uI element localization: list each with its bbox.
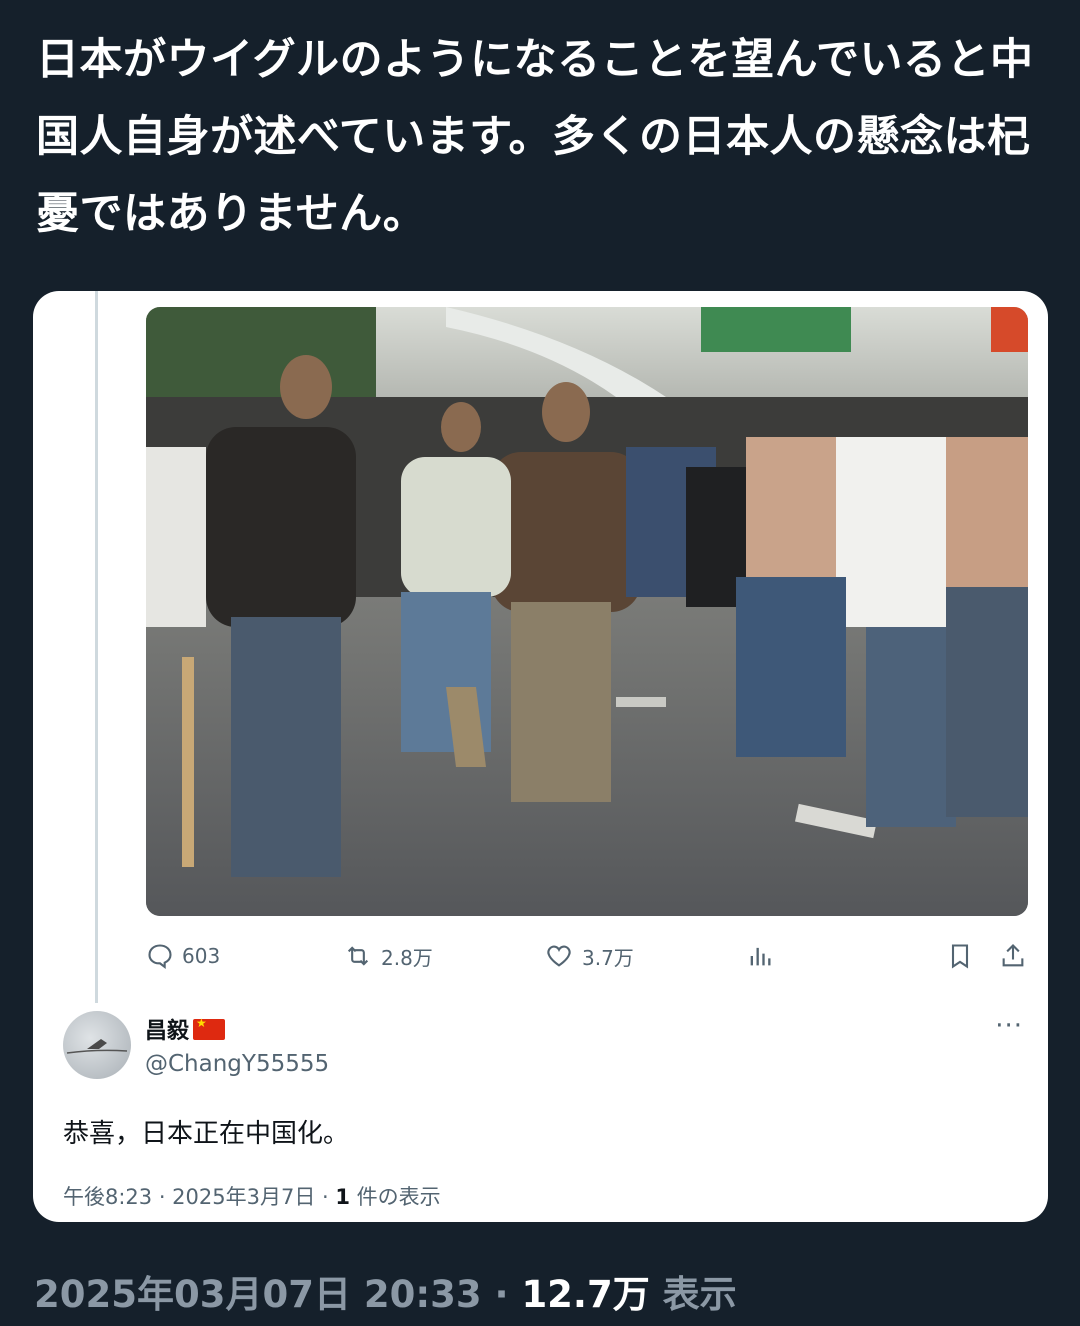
reply-views-count: 1 — [335, 1185, 350, 1209]
bookmark-icon — [951, 944, 969, 969]
views-button[interactable] — [746, 936, 774, 976]
repost-icon — [347, 946, 369, 966]
display-name-text: 昌毅 — [145, 1019, 190, 1044]
analytics-icon — [750, 947, 771, 966]
user-handle[interactable]: @ChangY55555 — [145, 1051, 329, 1077]
reply-icon — [148, 944, 172, 969]
post-views-count: 12.7万 — [521, 1273, 650, 1316]
post-photo[interactable] — [146, 307, 1028, 916]
bird-on-branch-icon — [66, 1039, 128, 1054]
bookmark-button[interactable] — [946, 936, 974, 976]
reply-count: 603 — [182, 944, 221, 968]
post-meta: 2025年03月07日 20:33 · 12.7万 表示 — [34, 1264, 737, 1318]
like-count: 3.7万 — [582, 945, 634, 970]
post-views-label: 表示 — [649, 1273, 737, 1316]
post-text: 日本がウイグルのようになることを望んでいると中国人自身が述べています。多くの日本… — [36, 35, 1034, 239]
like-button[interactable]: 3.7万 — [544, 936, 634, 976]
repost-count: 2.8万 — [381, 945, 433, 970]
repost-button[interactable]: 2.8万 — [343, 936, 433, 976]
reply-meta: 午後8:23 · 2025年3月7日 · 1 件の表示 — [63, 1181, 441, 1211]
reply-views-label: 件の表示 — [350, 1185, 441, 1209]
more-options-icon[interactable]: ··· — [995, 1011, 1023, 1041]
heart-icon — [547, 945, 571, 967]
share-button[interactable] — [999, 936, 1027, 976]
reply-time[interactable]: 午後8:23 · 2025年3月7日 · — [63, 1185, 335, 1209]
post-timestamp[interactable]: 2025年03月07日 20:33 · — [34, 1273, 521, 1316]
post-actions: 603 2.8万 3.7万 — [146, 936, 1028, 976]
avatar[interactable] — [63, 1011, 131, 1079]
reply-header: 昌毅 @ChangY55555 ··· — [63, 1011, 1023, 1091]
reply-button[interactable]: 603 — [146, 936, 220, 976]
china-flag-icon — [193, 1016, 226, 1040]
display-name[interactable]: 昌毅 — [145, 1013, 226, 1045]
reply-text: 恭喜，日本正在中国化。 — [63, 1119, 350, 1149]
protest-photo — [146, 307, 1028, 916]
quoted-post-card[interactable]: 603 2.8万 3.7万 昌毅 @Chan — [33, 291, 1048, 1222]
thread-line — [95, 291, 98, 1003]
share-icon — [1002, 944, 1024, 967]
